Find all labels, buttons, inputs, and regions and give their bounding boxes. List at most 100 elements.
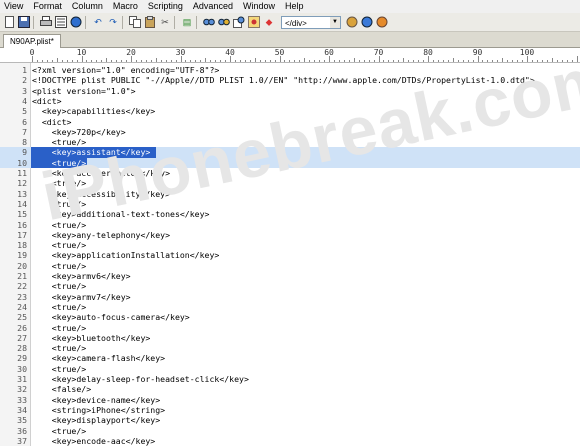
tag-combo[interactable]: </div> ▼ — [281, 15, 341, 29]
code-line[interactable]: 1 <?xml version="1.0" encoding="UTF-8"?> — [0, 65, 580, 75]
code-line[interactable]: 7 <key>720p</key> — [0, 127, 580, 137]
code-line[interactable]: 32 <false/> — [0, 384, 580, 394]
code-line[interactable]: 14 <true/> — [0, 199, 580, 209]
code-line[interactable]: 8 <true/> — [0, 137, 580, 147]
ruler-tick — [56, 58, 58, 62]
chevron-down-icon[interactable]: ▼ — [330, 16, 340, 28]
ruler-tick — [413, 60, 415, 62]
code-line[interactable]: 5 <key>capabilities</key> — [0, 106, 580, 116]
code-line[interactable]: 26 <true/> — [0, 323, 580, 333]
line-number: 23 — [17, 291, 27, 302]
ruler-tick — [86, 60, 88, 62]
new-file-icon[interactable] — [3, 16, 15, 28]
undo-icon[interactable]: ↶ — [92, 16, 104, 28]
cut-icon[interactable]: ✂ — [159, 16, 171, 28]
code-line[interactable]: 37 <key>encode-aac</key> — [0, 436, 580, 446]
code-line[interactable]: 36 <true/> — [0, 426, 580, 436]
menu-view[interactable]: View — [0, 0, 29, 13]
find-icon[interactable] — [203, 16, 215, 28]
menu-window[interactable]: Window — [239, 0, 281, 13]
line-number: 36 — [17, 425, 27, 436]
code-line[interactable]: 9 <key>assistant</key> — [0, 147, 580, 158]
tab-file[interactable]: N90AP.plist* — [3, 34, 61, 48]
ruler-mark: 70 — [373, 48, 384, 57]
replace-icon[interactable] — [248, 16, 260, 28]
tag-icon[interactable]: ⬥ — [263, 16, 275, 28]
menu-format[interactable]: Format — [29, 0, 68, 13]
browser-preview-icon[interactable] — [361, 16, 373, 28]
open-browser-icon[interactable] — [70, 16, 82, 28]
code-line[interactable]: 28 <true/> — [0, 343, 580, 353]
code-line[interactable]: 24 <true/> — [0, 302, 580, 312]
ruler-tick — [190, 60, 192, 62]
code-line[interactable]: 20 <true/> — [0, 261, 580, 271]
ruler-tick — [546, 60, 548, 62]
menu-help[interactable]: Help — [281, 0, 310, 13]
redo-icon[interactable]: ↷ — [107, 16, 119, 28]
code-line[interactable]: 30 <true/> — [0, 364, 580, 374]
find-in-files-icon[interactable] — [233, 16, 245, 28]
toolbar-separator — [174, 15, 175, 29]
code-line[interactable]: 27 <key>bluetooth</key> — [0, 333, 580, 343]
code-line[interactable]: 2 <!DOCTYPE plist PUBLIC "-//Apple//DTD P… — [0, 75, 580, 85]
text-editor[interactable]: 1 <?xml version="1.0" encoding="UTF-8"?> 2… — [0, 63, 580, 446]
ruler-tick — [314, 60, 316, 62]
ruler-tick — [309, 60, 311, 62]
code-line[interactable]: 29 <key>camera-flash</key> — [0, 353, 580, 363]
code-line[interactable]: 34 <string>iPhone</string> — [0, 405, 580, 415]
ruler-tick — [116, 60, 118, 62]
menu-column[interactable]: Column — [68, 0, 109, 13]
validate-icon[interactable] — [376, 16, 388, 28]
ruler-tick — [353, 58, 355, 62]
menu-macro[interactable]: Macro — [109, 0, 144, 13]
code-line[interactable]: 11 <key>accelerometer</key> — [0, 168, 580, 178]
ruler-tick — [497, 60, 499, 62]
menu-scripting[interactable]: Scripting — [144, 0, 189, 13]
list-icon[interactable] — [55, 16, 67, 28]
code-line[interactable]: 18 <true/> — [0, 240, 580, 250]
copy-icon[interactable] — [129, 16, 141, 28]
code-line[interactable]: 15 <key>additional-text-tones</key> — [0, 209, 580, 219]
insert-tag-icon[interactable] — [346, 16, 358, 28]
line-number: 13 — [17, 188, 27, 199]
code-line[interactable]: 22 <true/> — [0, 281, 580, 291]
toolbar-separator — [122, 15, 123, 29]
ruler-tick — [408, 60, 410, 62]
line-text: <true/> — [32, 137, 87, 148]
ruler-tick — [566, 60, 568, 62]
code-line[interactable]: 25 <key>auto-focus-camera</key> — [0, 312, 580, 322]
line-number: 32 — [17, 384, 27, 395]
code-line[interactable]: 12 <true/> — [0, 178, 580, 188]
code-line[interactable]: 31 <key>delay-sleep-for-headset-click</k… — [0, 374, 580, 384]
save-icon[interactable] — [18, 16, 30, 28]
code-line[interactable]: 16 <true/> — [0, 220, 580, 230]
ruler-tick — [76, 60, 78, 62]
line-number: 2 — [22, 75, 27, 86]
ruler-tick — [96, 60, 98, 62]
code-line[interactable]: 35 <key>displayport</key> — [0, 415, 580, 425]
ruler-tick — [442, 60, 444, 62]
column-ruler: 0 10 20 30 40 50 60 70 80 90 100 — [0, 48, 580, 63]
code-line[interactable]: 21 <key>armv6</key> — [0, 271, 580, 281]
code-line[interactable]: 23 <key>armv7</key> — [0, 292, 580, 302]
ruler-tick — [101, 60, 103, 62]
indent-icon[interactable]: ▤ — [181, 16, 193, 28]
tab-strip: N90AP.plist* — [0, 32, 580, 48]
print-icon[interactable] — [40, 16, 52, 28]
find-replace-icon[interactable] — [218, 16, 230, 28]
ruler-tick — [551, 58, 553, 62]
code-line[interactable]: 13 <key>accessibility</key> — [0, 189, 580, 199]
code-line[interactable]: 19 <key>applicationInstallation</key> — [0, 250, 580, 260]
code-line[interactable]: 4 <dict> — [0, 96, 580, 106]
code-line[interactable]: 33 <key>device-name</key> — [0, 395, 580, 405]
code-line[interactable]: 3 <plist version="1.0"> — [0, 86, 580, 96]
line-text: <key>assistant</key> — [32, 147, 151, 158]
ruler-mark: 60 — [324, 48, 334, 57]
code-line[interactable]: 10 <true/> — [0, 157, 580, 168]
code-line[interactable]: 6 <dict> — [0, 117, 580, 127]
code-line[interactable]: 17 <key>any-telephony</key> — [0, 230, 580, 240]
menu-advanced[interactable]: Advanced — [189, 0, 239, 13]
paste-icon[interactable] — [144, 16, 156, 28]
line-number: 33 — [17, 394, 27, 405]
tag-combo-value: </div> — [285, 18, 307, 28]
